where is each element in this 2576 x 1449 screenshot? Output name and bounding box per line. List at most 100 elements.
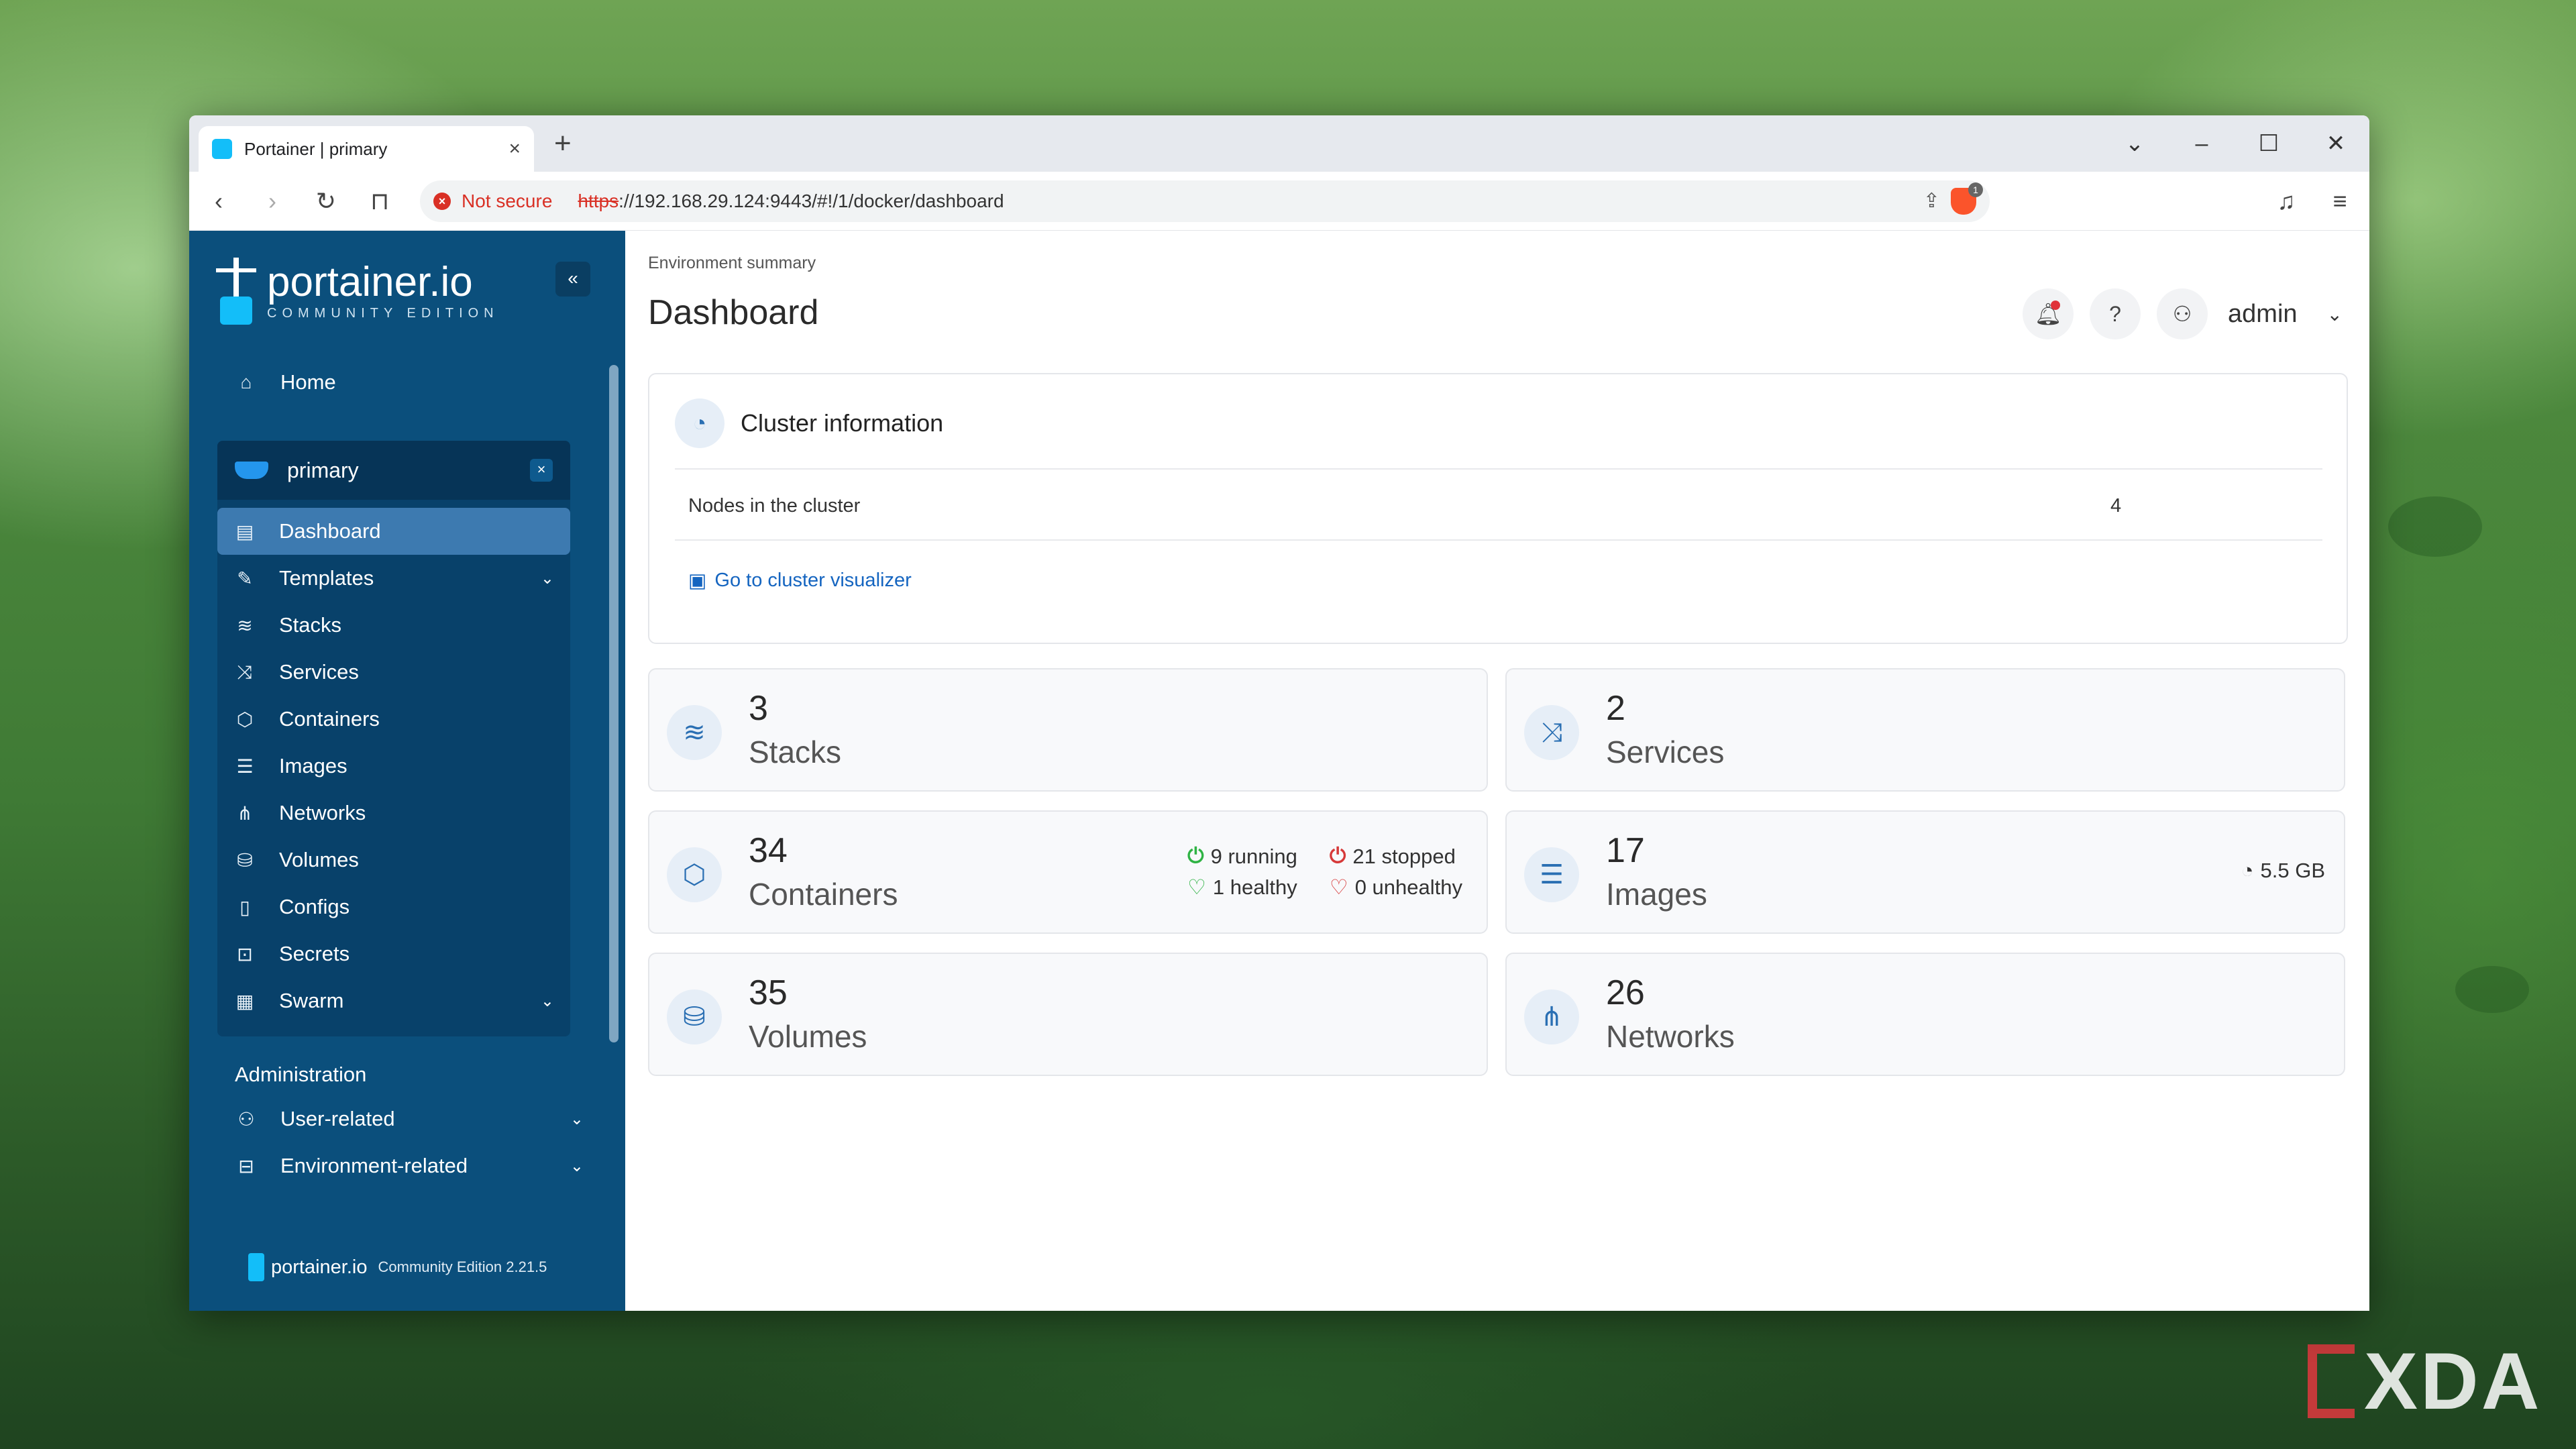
close-window-button[interactable]: ✕ <box>2302 130 2369 157</box>
chevron-down-icon[interactable]: ⌄ <box>541 991 554 1011</box>
sidebar-item-environment-related[interactable]: ⊟ Environment-related ⌄ <box>235 1154 584 1178</box>
sidebar-item-images[interactable]: ☰ Images <box>217 743 570 790</box>
volumes-count: 35 <box>749 973 788 1012</box>
media-icon[interactable]: ♫ <box>2273 187 2300 215</box>
notifications-button[interactable]: 🔔︎ <box>2023 288 2074 339</box>
box-icon: ⬡ <box>667 847 722 902</box>
images-size: ◔ 5.5 GB <box>2241 859 2325 883</box>
services-count: 2 <box>1606 689 1625 728</box>
collapse-sidebar-button[interactable]: « <box>555 262 590 297</box>
sidebar-footer: portainer.io Community Edition 2.21.5 <box>248 1253 547 1281</box>
layers-icon: ≋ <box>237 614 253 636</box>
address-bar[interactable]: × Not secure https ://192.168.29.124:944… <box>420 180 1990 222</box>
healthy-badge: ♡ 1 healthy <box>1187 875 1297 899</box>
sidebar-item-configs[interactable]: ▯ Configs <box>217 883 570 930</box>
portainer-app: portainer.io COMMUNITY EDITION « ⌂ Home … <box>189 231 2369 1311</box>
images-size-value: 5.5 GB <box>2260 859 2326 882</box>
visualizer-icon: ▣ <box>688 570 707 592</box>
sidebar-item-user-related[interactable]: ⚇ User-related ⌄ <box>235 1107 584 1131</box>
sidebar-item-templates[interactable]: ✎ Templates ⌄ <box>217 555 570 602</box>
power-icon: ⏻ <box>1329 844 1346 867</box>
user-avatar[interactable]: ⚇ <box>2157 288 2208 339</box>
cluster-visualizer-link[interactable]: ▣ Go to cluster visualizer <box>688 569 912 592</box>
services-label: Services <box>1606 735 1725 769</box>
volumes-card[interactable]: ⛁ 35 Volumes <box>648 953 1488 1076</box>
list-icon: ☰ <box>1524 847 1579 902</box>
sidebar-item-label: Swarm <box>279 989 344 1012</box>
chevron-down-icon[interactable]: ⌄ <box>541 569 554 588</box>
forward-button[interactable]: › <box>259 187 286 215</box>
sidebar-item-label: User-related <box>280 1107 395 1130</box>
cluster-visualizer-label: Go to cluster visualizer <box>714 570 912 591</box>
reload-button[interactable]: ↻ <box>313 187 339 215</box>
database-icon: ⛁ <box>667 989 722 1044</box>
database-icon: ⛁ <box>237 849 253 871</box>
tab-bar: Portainer | primary × + ⌄ – ☐ ✕ <box>189 115 2369 172</box>
tab-title: Portainer | primary <box>244 138 388 159</box>
users-icon: ⚇ <box>237 1108 255 1130</box>
close-environment-button[interactable]: × <box>530 459 553 482</box>
xda-wordmark: XDA <box>2364 1336 2542 1426</box>
back-button[interactable]: ‹ <box>205 187 232 215</box>
networks-card[interactable]: ⋔ 26 Networks <box>1505 953 2345 1076</box>
footer-edition: Community Edition 2.21.5 <box>378 1258 547 1275</box>
running-badge: ⏻ 9 running <box>1187 844 1297 868</box>
maximize-button[interactable]: ☐ <box>2235 130 2302 157</box>
browser-toolbar: ‹ › ↻ ⊓ × Not secure https ://192.168.29… <box>189 172 2369 231</box>
sidebar-item-home[interactable]: ⌂ Home <box>235 370 336 394</box>
network-icon: ⋔ <box>1524 989 1579 1044</box>
browser-tab[interactable]: Portainer | primary × <box>199 126 534 172</box>
sidebar-item-label: Dashboard <box>279 519 381 543</box>
containers-count: 34 <box>749 831 788 870</box>
share-icon[interactable]: ⇪ <box>1923 189 1940 213</box>
sidebar-item-label: Networks <box>279 801 366 824</box>
minimize-button[interactable]: – <box>2168 131 2235 157</box>
sidebar-item-dashboard[interactable]: ▤ Dashboard <box>217 508 570 555</box>
brave-shields-icon[interactable]: 1 <box>1951 182 1983 215</box>
portainer-logo[interactable]: portainer.io COMMUNITY EDITION <box>216 258 499 325</box>
chevron-down-icon[interactable]: ⌄ <box>570 1110 584 1129</box>
box-icon: ⬡ <box>236 708 254 730</box>
sidebar-item-containers[interactable]: ⬡ Containers <box>217 696 570 743</box>
cluster-title: Cluster information <box>741 409 944 437</box>
networks-count: 26 <box>1606 973 1645 1012</box>
edit-icon: ✎ <box>237 568 253 589</box>
images-label: Images <box>1606 877 1707 912</box>
main-content: Environment summary Dashboard 🔔︎ ? ⚇ adm… <box>625 231 2369 1311</box>
services-card[interactable]: ⤨ 2 Services <box>1505 668 2345 792</box>
divider <box>675 539 2322 541</box>
menu-icon[interactable]: ≡ <box>2326 187 2353 215</box>
toolbar-right: ♫ ≡ <box>2273 187 2353 215</box>
containers-card[interactable]: ⬡ 34 Containers ⏻ 9 running ⏻ 21 stopped ♡… <box>648 810 1488 934</box>
sidebar: portainer.io COMMUNITY EDITION « ⌂ Home … <box>189 231 625 1311</box>
chevron-down-icon[interactable]: ⌄ <box>2327 303 2343 325</box>
environment-section: primary × ▤ Dashboard ✎ Templates ⌄ ≋ St… <box>217 441 570 1036</box>
sidebar-item-networks[interactable]: ⋔ Networks <box>217 790 570 837</box>
sidebar-item-services[interactable]: ⤨ Services <box>217 649 570 696</box>
help-button[interactable]: ? <box>2090 288 2141 339</box>
sidebar-item-volumes[interactable]: ⛁ Volumes <box>217 837 570 883</box>
stacks-card[interactable]: ≋ 3 Stacks <box>648 668 1488 792</box>
heart-icon: ♡ <box>1187 875 1206 899</box>
nodes-value: 4 <box>2110 495 2122 517</box>
tab-search-icon[interactable]: ⌄ <box>2101 130 2168 157</box>
chevron-down-icon[interactable]: ⌄ <box>570 1157 584 1176</box>
sidebar-scrollbar[interactable] <box>609 365 619 1042</box>
shuffle-icon: ⤨ <box>237 661 253 682</box>
tab-close-icon[interactable]: × <box>508 138 521 160</box>
dashboard-icon: ▤ <box>235 521 254 542</box>
not-secure-label[interactable]: Not secure <box>462 191 567 212</box>
new-tab-button[interactable]: + <box>554 127 572 160</box>
hard-drive-icon: ⊟ <box>238 1155 254 1177</box>
sidebar-item-secrets[interactable]: ⊡ Secrets <box>217 930 570 977</box>
page-title: Dashboard <box>648 293 819 332</box>
pie-chart-icon: ◔ <box>2241 859 2254 882</box>
sidebar-item-label: Secrets <box>279 942 350 965</box>
user-menu-name[interactable]: admin <box>2228 300 2298 329</box>
bookmark-icon[interactable]: ⊓ <box>366 187 393 215</box>
sidebar-item-stacks[interactable]: ≋ Stacks <box>217 602 570 649</box>
images-card[interactable]: ☰ 17 Images ◔ 5.5 GB <box>1505 810 2345 934</box>
sidebar-item-swarm[interactable]: ▦ Swarm ⌄ <box>217 977 570 1024</box>
network-icon: ⋔ <box>237 802 253 824</box>
stacks-label: Stacks <box>749 735 842 769</box>
